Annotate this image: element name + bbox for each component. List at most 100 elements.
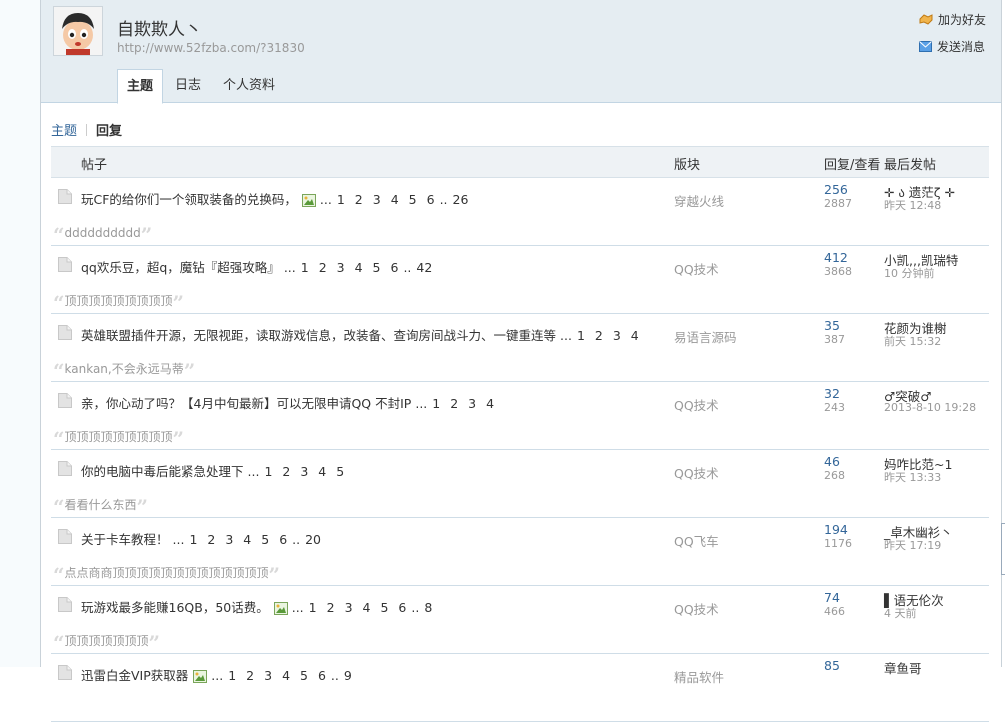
- last-page-link[interactable]: 8: [424, 600, 432, 615]
- profile-tabs: 主题 日志 个人资料: [117, 69, 287, 104]
- pagination-dots: ..: [439, 192, 448, 207]
- page-link[interactable]: 4: [243, 532, 251, 547]
- thread-title-link[interactable]: 你的电脑中毒后能紧急处理下: [81, 464, 244, 479]
- document-icon: [58, 665, 72, 680]
- last-page-link[interactable]: 26: [453, 192, 469, 207]
- page-link[interactable]: 1: [301, 260, 309, 275]
- page-link[interactable]: 4: [282, 668, 290, 683]
- page-link[interactable]: 3: [337, 260, 345, 275]
- reply-count[interactable]: 412: [824, 250, 848, 265]
- pagination-ellipsis: ...: [415, 396, 428, 411]
- page-link[interactable]: 3: [264, 668, 272, 683]
- page-link[interactable]: 6: [279, 532, 287, 547]
- view-count: 1176: [824, 537, 852, 550]
- page-link[interactable]: 3: [345, 600, 353, 615]
- page-link[interactable]: 4: [486, 396, 494, 411]
- page-link[interactable]: 2: [319, 260, 327, 275]
- tab-blog[interactable]: 日志: [165, 69, 211, 102]
- tab-topics[interactable]: 主题: [117, 69, 164, 104]
- pagination: ... 1 2 3 4 5: [248, 464, 350, 479]
- page-link[interactable]: 3: [373, 192, 381, 207]
- page-link[interactable]: 3: [613, 328, 621, 343]
- page-link[interactable]: 2: [246, 668, 254, 683]
- reply-quote-text: dddddddddd: [64, 226, 141, 240]
- reply-count[interactable]: 35: [824, 318, 840, 333]
- last-page-link[interactable]: 42: [416, 260, 432, 275]
- subnav-topics-link[interactable]: 主题: [51, 124, 77, 139]
- page-link[interactable]: 2: [595, 328, 603, 343]
- forum-link[interactable]: QQ技术: [674, 463, 719, 482]
- page-link[interactable]: 5: [336, 464, 344, 479]
- page-link[interactable]: 1: [432, 396, 440, 411]
- page-link[interactable]: 2: [355, 192, 363, 207]
- pagination: ... 1 2 3 4 5 6.. 9: [211, 668, 357, 683]
- page-link[interactable]: 1: [309, 600, 317, 615]
- send-message-button[interactable]: 发送消息: [918, 37, 986, 55]
- thread-title-link[interactable]: 亲，你心动了吗？【4月中旬最新】可以无限申请QQ 不封IP: [81, 396, 411, 411]
- forum-link[interactable]: 易语言源码: [674, 327, 737, 346]
- thread-title-link[interactable]: qq欢乐豆，超q，魔钻『超强攻略』: [81, 260, 280, 275]
- forum-link[interactable]: QQ飞车: [674, 531, 719, 550]
- forum-link[interactable]: 精品软件: [674, 667, 724, 686]
- thread-title-link[interactable]: 英雄联盟插件开源，无限视距，读取游戏信息，改装备、查询房间战斗力、一键重连等: [81, 328, 556, 343]
- page-link[interactable]: 4: [318, 464, 326, 479]
- forum-link[interactable]: QQ技术: [674, 395, 719, 414]
- page-link[interactable]: 6: [427, 192, 435, 207]
- page-link[interactable]: 6: [391, 260, 399, 275]
- page-link[interactable]: 3: [468, 396, 476, 411]
- forum-link[interactable]: 穿越火线: [674, 191, 724, 210]
- page-link[interactable]: 1: [189, 532, 197, 547]
- thread-title-link[interactable]: 玩CF的给你们一个领取装备的兑换码，: [81, 192, 297, 207]
- avatar[interactable]: [53, 6, 103, 56]
- page-link[interactable]: 5: [380, 600, 388, 615]
- page-link[interactable]: 2: [327, 600, 335, 615]
- last-post-time: 前天 15:32: [884, 335, 942, 348]
- thread-title-link[interactable]: 关于卡车教程！: [81, 532, 169, 547]
- page-link[interactable]: 4: [363, 600, 371, 615]
- page-link[interactable]: 4: [355, 260, 363, 275]
- scrollbar-handle[interactable]: [1001, 523, 1005, 575]
- add-friend-button[interactable]: 加为好友: [919, 10, 986, 28]
- page-link[interactable]: 1: [264, 464, 272, 479]
- last-page-link[interactable]: 9: [344, 668, 352, 683]
- page-link[interactable]: 2: [450, 396, 458, 411]
- page-link[interactable]: 1: [337, 192, 345, 207]
- page-link[interactable]: 5: [373, 260, 381, 275]
- table-row: 亲，你心动了吗？【4月中旬最新】可以无限申请QQ 不封IP... 1 2 3 4 “顶顶顶…: [51, 382, 989, 451]
- reply-count[interactable]: 85: [824, 658, 840, 673]
- pagination: ... 1 2 3 4 5 6.. 8: [292, 600, 438, 615]
- forum-link[interactable]: QQ技术: [674, 599, 719, 618]
- forum-link[interactable]: QQ技术: [674, 259, 719, 278]
- page-link[interactable]: 2: [282, 464, 290, 479]
- reply-quote-text: kankan,不会永远马蒂: [64, 362, 184, 376]
- page-link[interactable]: 6: [318, 668, 326, 683]
- page-link[interactable]: 2: [207, 532, 215, 547]
- tab-profile[interactable]: 个人资料: [213, 69, 285, 102]
- reply-count[interactable]: 256: [824, 182, 848, 197]
- page-link[interactable]: 4: [631, 328, 639, 343]
- page-link[interactable]: 5: [261, 532, 269, 547]
- pagination-dots: ..: [292, 532, 301, 547]
- page-link[interactable]: 6: [398, 600, 406, 615]
- document-icon: [58, 461, 72, 476]
- col-post-header: 帖子: [81, 158, 108, 173]
- last-page-link[interactable]: 20: [305, 532, 321, 547]
- subnav-replies-link[interactable]: 回复: [96, 124, 122, 139]
- page-link[interactable]: 1: [228, 668, 236, 683]
- last-poster-link[interactable]: 章鱼哥: [884, 658, 922, 677]
- page-link[interactable]: 5: [409, 192, 417, 207]
- profile-url[interactable]: http://www.52fzba.com/?31830: [117, 41, 305, 55]
- page-link[interactable]: 3: [225, 532, 233, 547]
- table-row: 你的电脑中毒后能紧急处理下... 1 2 3 4 5 “看看什么东西” QQ技术 46 268 妈咋…: [51, 450, 989, 519]
- thread-title-link[interactable]: 玩游戏最多能赚16QB，50话费。: [81, 600, 269, 615]
- thread-title-cell: 亲，你心动了吗？【4月中旬最新】可以无限申请QQ 不封IP... 1 2 3 4: [81, 393, 499, 412]
- page-link[interactable]: 5: [300, 668, 308, 683]
- reply-count[interactable]: 74: [824, 590, 840, 605]
- thread-title-link[interactable]: 迅雷白金VIP获取器: [81, 668, 188, 683]
- page-link[interactable]: 1: [577, 328, 585, 343]
- reply-count[interactable]: 32: [824, 386, 840, 401]
- reply-count[interactable]: 46: [824, 454, 840, 469]
- page-link[interactable]: 4: [391, 192, 399, 207]
- reply-count[interactable]: 194: [824, 522, 848, 537]
- page-link[interactable]: 3: [300, 464, 308, 479]
